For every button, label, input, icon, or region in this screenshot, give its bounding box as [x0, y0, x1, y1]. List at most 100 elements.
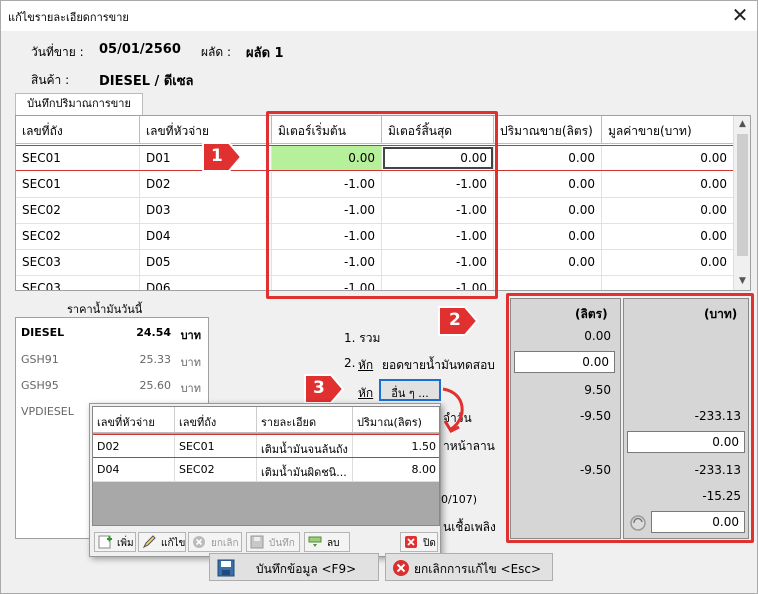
callout-2-label: 2: [449, 310, 461, 330]
cell-tank: SEC01: [16, 172, 140, 197]
price-item-value: 24.54: [136, 326, 171, 339]
deduct-other-link[interactable]: หัก: [358, 384, 373, 403]
popup-cell-liters: 8.00: [353, 458, 439, 481]
popup-edit-button[interactable]: แก้ไข: [138, 532, 186, 552]
col-tank[interactable]: เลขที่ถัง: [16, 116, 140, 143]
date-value: 05/01/2560: [99, 42, 181, 57]
popup-col-liters[interactable]: ปริมาณ(ลิตร): [353, 407, 439, 432]
price-item-name: GSH95: [21, 379, 59, 392]
cell-value: 0.00: [602, 224, 734, 249]
curved-arrow-icon: [442, 387, 464, 433]
callout-1-label: 1: [211, 146, 223, 166]
popup-grid: เลขที่หัวจ่าย เลขที่ถัง รายละเอียด ปริมา…: [92, 406, 440, 526]
cell-tank: SEC02: [16, 224, 140, 249]
cell-value: 0.00: [602, 198, 734, 223]
price-title: ราคาน้ำมันวันนี้: [67, 303, 143, 316]
baht-line5: -233.13: [694, 463, 741, 477]
cell-nozzle: D04: [140, 224, 272, 249]
popup-add-button[interactable]: เพิ่ม: [94, 532, 136, 552]
delete-row-icon: [308, 536, 322, 547]
cell-nozzle: D06: [140, 276, 272, 290]
product-value: DIESEL / ดีเซล: [99, 74, 194, 89]
popup-cell-nozzle: D02: [93, 435, 175, 457]
summary-partial-c: 0/107): [441, 493, 477, 506]
popup-cell-tank: SEC02: [175, 458, 257, 481]
cell-nozzle: D05: [140, 250, 272, 275]
cancel-edit-label: ยกเลิกการแก้ไข <Esc>: [414, 562, 542, 576]
baht-line6: -15.25: [702, 489, 741, 503]
other-deductions-popup: เลขที่หัวจ่าย เลขที่ถัง รายละเอียด ปริมา…: [89, 403, 441, 557]
price-item-name: DIESEL: [21, 326, 65, 339]
popup-cancel-label: ยกเลิก: [211, 538, 239, 549]
cell-liters: [494, 276, 602, 290]
popup-cell-detail: เติมน้ำมันจนล้นถัง: [257, 435, 353, 457]
scroll-thumb[interactable]: [737, 134, 748, 256]
price-item-value: 25.33: [139, 353, 172, 366]
price-item-diesel: DIESEL 24.54 บาท: [21, 326, 201, 346]
add-icon: [98, 535, 112, 549]
deduct-test-link[interactable]: หัก: [358, 356, 373, 375]
test-liters-input[interactable]: 0.00: [514, 351, 615, 373]
product-label: สินค้า :: [31, 73, 70, 87]
refresh-icon[interactable]: [629, 514, 647, 532]
baht-line4: -233.13: [694, 409, 741, 423]
cell-liters: 0.00: [494, 224, 602, 249]
fuel-value-input[interactable]: 0.00: [651, 511, 745, 533]
liters-total: 0.00: [584, 329, 611, 343]
highlight-meters-box: [266, 111, 498, 299]
price-item-unit: บาท: [180, 382, 201, 395]
popup-delete-button[interactable]: ลบ: [304, 532, 350, 552]
grid-scrollbar[interactable]: ▲ ▼: [733, 116, 750, 290]
cell-tank: SEC01: [16, 146, 140, 170]
cancel-icon: [193, 536, 205, 548]
col-value[interactable]: มูลค่าขาย(บาท): [602, 116, 734, 143]
popup-close-label: ปิด: [423, 538, 436, 549]
other-deductions-button[interactable]: อื่น ๆ ...: [379, 379, 441, 401]
save-data-button[interactable]: บันทึกข้อมูล <F9>: [209, 553, 379, 581]
cell-value: [602, 276, 734, 290]
price-item-unit: บาท: [180, 356, 201, 369]
baht-header: (บาท): [704, 307, 738, 321]
summary-total-label: 1. รวม: [344, 331, 381, 345]
popup-row[interactable]: D04 SEC02 เติมน้ำมันผิดชนิ... 8.00: [93, 458, 439, 482]
col-liters[interactable]: ปริมาณขาย(ลิตร): [494, 116, 602, 143]
liters-line3: 9.50: [584, 383, 611, 397]
edit-sales-window: แก้ไขรายละเอียดการขาย ✕ วันที่ขาย : 05/0…: [0, 0, 758, 594]
popup-cell-tank: SEC01: [175, 435, 257, 457]
window-title: แก้ไขรายละเอียดการขาย: [8, 11, 129, 24]
popup-add-label: เพิ่ม: [117, 538, 134, 549]
shift-label: ผลัด :: [201, 45, 232, 59]
scroll-up-icon[interactable]: ▲: [734, 116, 750, 133]
liters-header: (ลิตร): [575, 307, 608, 321]
summary-partial-b: าหน้าลาน: [443, 439, 495, 453]
popup-cell-liters: 1.50: [353, 435, 439, 457]
popup-grid-header: เลขที่หัวจ่าย เลขที่ถัง รายละเอียด ปริมา…: [93, 407, 439, 433]
baht-adjust-input[interactable]: 0.00: [627, 431, 745, 453]
close-icon[interactable]: ✕: [723, 1, 757, 31]
liters-line4: -9.50: [579, 409, 611, 423]
liters-line5: -9.50: [579, 463, 611, 477]
popup-col-nozzle[interactable]: เลขที่หัวจ่าย: [93, 407, 175, 432]
cell-liters: 0.00: [494, 198, 602, 223]
close-x-icon: [405, 536, 417, 548]
cell-value: 0.00: [602, 250, 734, 275]
popup-save-button[interactable]: บันทึก: [246, 532, 300, 552]
price-item-name: VPDIESEL: [21, 405, 74, 418]
cell-liters: 0.00: [494, 146, 602, 170]
cell-tank: SEC03: [16, 276, 140, 290]
price-item-gsh91: GSH91 25.33 บาท: [21, 353, 201, 373]
popup-close-button[interactable]: ปิด: [400, 532, 438, 552]
popup-cancel-button[interactable]: ยกเลิก: [188, 532, 242, 552]
scroll-down-icon[interactable]: ▼: [734, 273, 750, 290]
callout-3-label: 3: [313, 378, 325, 398]
popup-row[interactable]: D02 SEC01 เติมน้ำมันจนล้นถัง 1.50: [93, 434, 439, 458]
price-item-value: 25.60: [139, 379, 172, 392]
popup-col-detail[interactable]: รายละเอียด: [257, 407, 353, 432]
tab-sales-volume[interactable]: บันทึกปริมาณการขาย: [15, 93, 143, 115]
popup-save-label: บันทึก: [269, 538, 295, 549]
popup-col-tank[interactable]: เลขที่ถัง: [175, 407, 257, 432]
popup-delete-label: ลบ: [327, 538, 340, 549]
save-icon: [217, 559, 235, 577]
cell-nozzle: D03: [140, 198, 272, 223]
cancel-edit-button[interactable]: ยกเลิกการแก้ไข <Esc>: [385, 553, 553, 581]
